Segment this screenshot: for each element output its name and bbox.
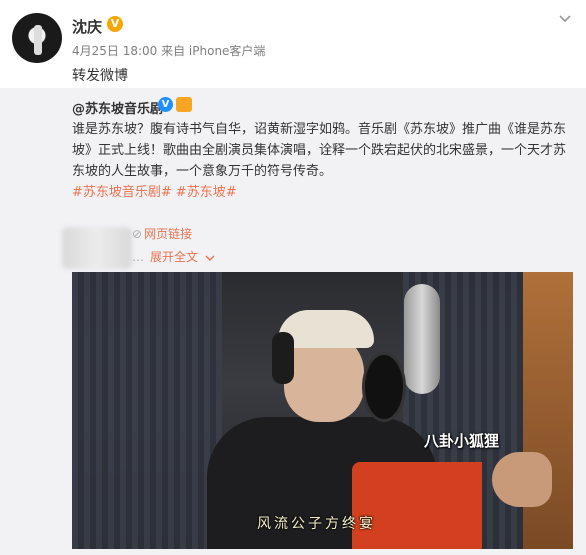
- original-author-name[interactable]: @苏东坡音乐剧: [72, 102, 163, 117]
- avatar[interactable]: [12, 13, 62, 63]
- blurred-content: [62, 227, 132, 269]
- repost-text: 转发微博: [72, 68, 128, 84]
- original-author[interactable]: @苏东坡音乐剧: [72, 98, 163, 117]
- avatar-figure: [34, 25, 42, 55]
- video-subtitle: 风流公子方终宴: [257, 516, 376, 532]
- wood-wall: [523, 272, 573, 549]
- web-link-label[interactable]: 网页链接: [144, 227, 192, 241]
- username[interactable]: 沈庆: [72, 16, 102, 37]
- orange-jacket: [352, 462, 482, 549]
- expand-full-text[interactable]: … 展开全文: [132, 248, 215, 265]
- pop-filter: [362, 352, 406, 422]
- verified-blue-icon: V: [158, 97, 173, 112]
- topic-link[interactable]: #苏东坡#: [176, 185, 237, 200]
- verified-badge-icon: V: [107, 16, 123, 32]
- quoted-post: @苏东坡音乐剧 V 谁是苏东坡？腹有诗书气自华，诏黄新湿字如鸦。音乐剧《苏东坡》…: [0, 88, 586, 555]
- video-thumbnail[interactable]: 风流公子方终宴: [72, 272, 573, 549]
- headphone-icon: [272, 332, 294, 384]
- topic-list: #苏东坡音乐剧# #苏东坡#: [72, 181, 241, 200]
- curtain-left: [72, 272, 222, 549]
- original-text: 谁是苏东坡？腹有诗书气自华，诏黄新湿字如鸦。音乐剧《苏东坡》推广曲《谁是苏东坡》…: [72, 122, 567, 179]
- microphone: [404, 284, 440, 394]
- member-badge-icon: [176, 97, 192, 112]
- ellipsis-icon: …: [132, 250, 144, 264]
- web-link[interactable]: ⊘ 网页链接: [132, 225, 192, 242]
- post-meta: 4月25日 18:00 来自 iPhone客户端: [72, 44, 266, 58]
- watermark: 八卦小狐狸: [424, 432, 500, 450]
- topic-link[interactable]: #苏东坡音乐剧#: [72, 185, 172, 200]
- chevron-down-icon[interactable]: [556, 10, 574, 28]
- link-icon: ⊘: [132, 227, 143, 241]
- weibo-post: 沈庆 V 4月25日 18:00 来自 iPhone客户端 转发微博 @苏东坡音…: [0, 0, 586, 555]
- singer-hand: [492, 452, 552, 507]
- expand-chevron-icon: [205, 255, 215, 261]
- expand-label[interactable]: 展开全文: [150, 250, 198, 264]
